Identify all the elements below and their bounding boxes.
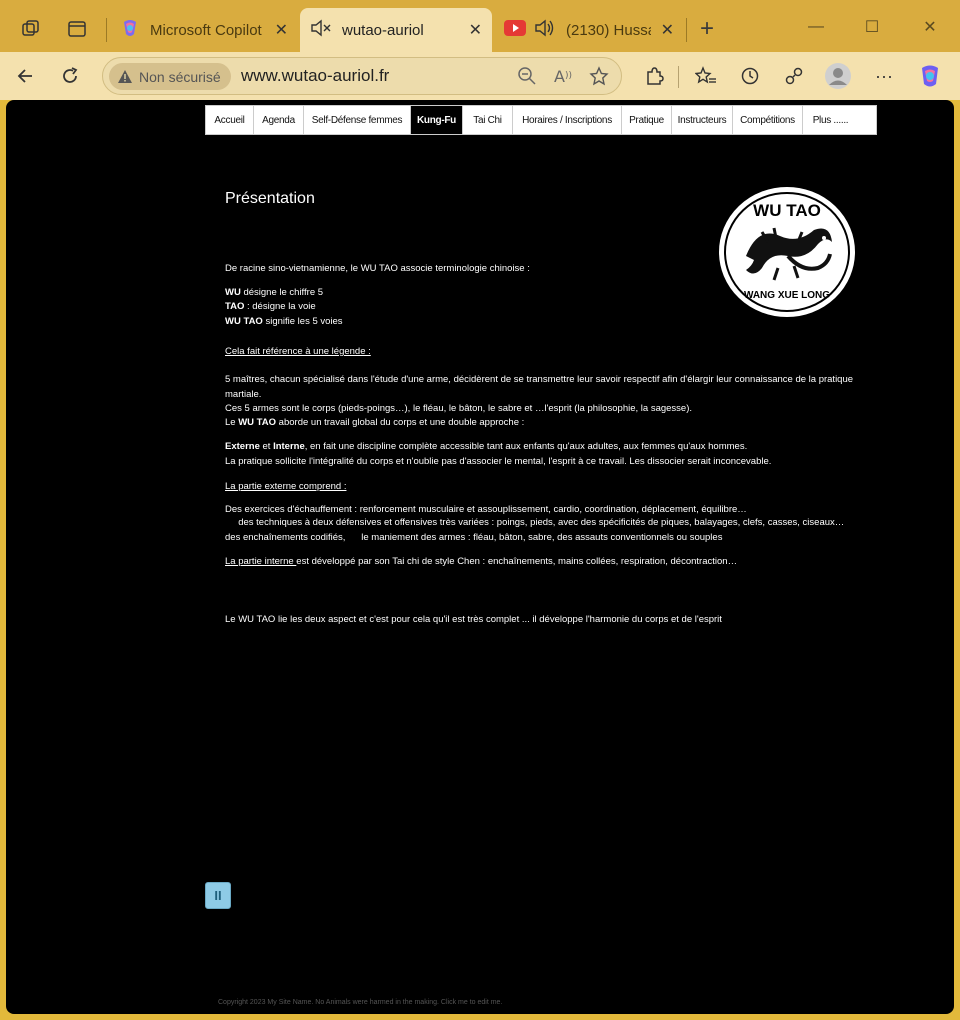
approach-externe: Externe (225, 441, 260, 452)
internal-heading: La partie interne (225, 556, 297, 567)
tab-separator (106, 18, 107, 42)
legend-heading: Cela fait référence à une légende : (225, 346, 371, 357)
extensions-icon[interactable] (638, 60, 670, 92)
nav-plus[interactable]: Plus ...... (803, 106, 858, 134)
tab-strip: Microsoft Copilot ✕ wutao-auriol ✕ (2130… (0, 0, 960, 52)
tab-label: Microsoft Copilot (150, 21, 262, 39)
tab-label: (2130) Hussa (566, 21, 651, 39)
wu-definition: WU désigne le chiffre 5 (225, 286, 865, 301)
intro-text: De racine sino-vietnamienne, le WU TAO a… (225, 263, 530, 274)
tao-def: : désigne la voie (244, 301, 316, 312)
nav-agenda[interactable]: Agenda (254, 106, 304, 134)
wutao-def: signifie les 5 voies (262, 316, 343, 327)
legend-paragraph-3: Le WU TAO aborde un travail global du co… (225, 416, 865, 431)
audio-pause-button[interactable]: II (205, 882, 231, 909)
copilot-icon (120, 18, 140, 42)
refresh-icon[interactable] (54, 60, 86, 92)
muted-speaker-icon[interactable] (310, 18, 332, 42)
nav-accueil[interactable]: Accueil (206, 106, 254, 134)
close-icon[interactable]: ✕ (275, 20, 288, 40)
close-icon[interactable]: ✕ (661, 20, 674, 40)
tab-wutao[interactable]: wutao-auriol ✕ (300, 8, 492, 52)
web-page-viewport: Accueil Agenda Self-Défense femmes Kung-… (6, 100, 954, 1014)
tab-separator (686, 18, 687, 42)
maximize-icon[interactable]: ☐ (852, 12, 892, 42)
approach-paragraph-1: Externe et Interne, en fait une discipli… (225, 440, 865, 455)
warning-icon (117, 69, 133, 85)
security-label: Non sécurisé (139, 68, 221, 85)
address-bar[interactable]: Non sécurisé www.wutao-auriol.fr A)) (102, 57, 622, 95)
tab-youtube[interactable]: (2130) Hussa ✕ (494, 8, 684, 52)
legend-paragraph-2: Ces 5 armes sont le corps (pieds-poings…… (225, 403, 693, 414)
speaker-icon[interactable] (534, 18, 556, 42)
nav-horaires-inscriptions[interactable]: Horaires / Inscriptions (513, 106, 622, 134)
page-title: Présentation (225, 190, 315, 207)
approach-paragraph-2: La pratique sollicite l'intégralité du c… (225, 456, 772, 467)
profile-avatar-icon[interactable] (822, 60, 854, 92)
favorites-icon[interactable] (690, 60, 722, 92)
conclusion-text: Le WU TAO lie les deux aspect et c'est p… (225, 614, 722, 625)
approach-and: et (259, 441, 274, 452)
internal-paragraph: La partie interne est développé par son … (225, 555, 865, 570)
tao-definition: TAO : désigne la voie (225, 300, 865, 315)
youtube-icon (504, 20, 526, 40)
tab-copilot[interactable]: Microsoft Copilot ✕ (110, 8, 298, 52)
history-icon[interactable] (734, 60, 766, 92)
toolbar-separator (678, 66, 679, 88)
performance-icon[interactable] (778, 60, 810, 92)
tao-term: TAO (225, 301, 245, 312)
vertical-tabs-icon[interactable] (62, 14, 92, 44)
back-icon[interactable] (10, 60, 42, 92)
close-window-icon[interactable]: ✕ (910, 12, 950, 42)
nav-competitions[interactable]: Compétitions (733, 106, 803, 134)
site-navigation: Accueil Agenda Self-Défense femmes Kung-… (205, 105, 877, 135)
wutao-definition: WU TAO signifie les 5 voies (225, 315, 865, 330)
external-line-2: des techniques à deux défensives et offe… (225, 517, 858, 543)
wutao-term: WU TAO (225, 316, 263, 327)
close-icon[interactable]: ✕ (469, 20, 482, 40)
url-text[interactable]: www.wutao-auriol.fr (241, 66, 389, 86)
tab-label: wutao-auriol (342, 21, 424, 39)
internal-text: est développé par son Tai chi de style C… (296, 556, 738, 567)
approach-rest: , en fait une discipline complète access… (304, 441, 748, 452)
nav-self-defense-femmes[interactable]: Self-Défense femmes (304, 106, 411, 134)
minimize-icon[interactable]: — (796, 12, 836, 42)
nav-kung-fu[interactable]: Kung-Fu (411, 106, 463, 134)
read-aloud-icon[interactable]: A)) (551, 64, 575, 88)
legend-paragraph-1: 5 maîtres, chacun spécialisé dans l'étud… (225, 374, 854, 400)
legend-p3-prefix: Le (225, 417, 239, 428)
nav-pratique[interactable]: Pratique (622, 106, 672, 134)
external-heading: La partie externe comprend : (225, 481, 347, 492)
workspaces-icon[interactable] (16, 14, 46, 44)
nav-tai-chi[interactable]: Tai Chi (463, 106, 513, 134)
wu-def: désigne le chiffre 5 (240, 287, 324, 298)
wu-term: WU (225, 287, 241, 298)
legend-p3-suffix: aborde un travail global du corps et une… (276, 417, 525, 428)
zoom-icon[interactable] (515, 64, 539, 88)
browser-toolbar: Non sécurisé www.wutao-auriol.fr A)) ··· (0, 52, 960, 100)
more-menu-icon[interactable]: ··· (868, 60, 900, 92)
approach-interne: Interne (273, 441, 305, 452)
legend-p3-wutao: WU TAO (238, 417, 277, 428)
new-tab-button[interactable]: + (692, 14, 722, 44)
security-indicator[interactable]: Non sécurisé (109, 63, 231, 90)
copilot-sidebar-icon[interactable] (914, 60, 946, 92)
footer-copyright[interactable]: Copyright 2023 My Site Name. No Animals … (218, 999, 502, 1006)
nav-instructeurs[interactable]: Instructeurs (672, 106, 733, 134)
logo-text-top: WU TAO (753, 201, 821, 220)
favorite-star-icon[interactable] (587, 64, 611, 88)
